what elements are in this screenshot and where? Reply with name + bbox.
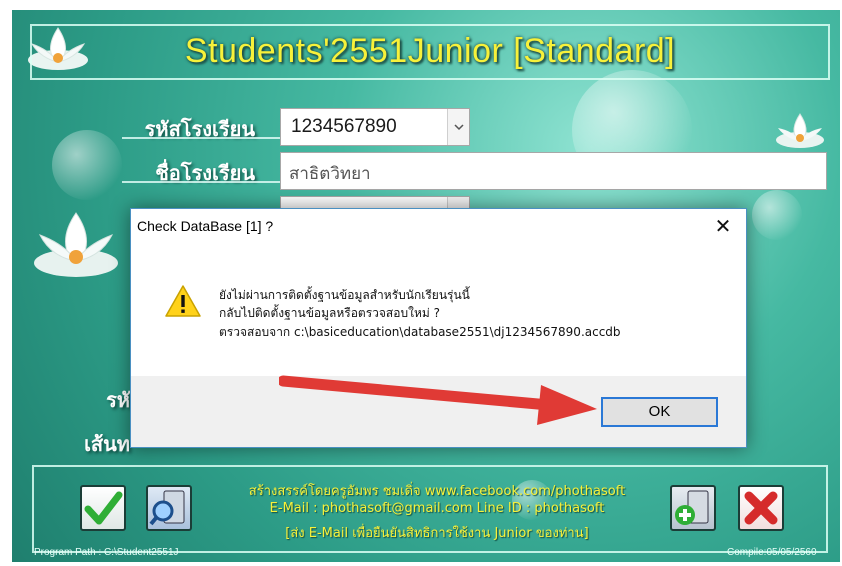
credit-line-2[interactable]: E-Mail : phothasoft@gmail.com Line ID : … [207, 501, 667, 516]
compile-date: Compile:05/05/2560 [727, 547, 817, 558]
red-arrow-annotation [279, 375, 597, 425]
search-computer-icon [149, 490, 185, 526]
close-icon[interactable]: ✕ [708, 213, 738, 239]
warning-icon [165, 285, 201, 317]
add-database-button[interactable] [670, 485, 716, 531]
partial-path-label: เส้นท [84, 432, 130, 456]
dialog-message-line-3: ตรวจสอบจาก c:\basiceducation\database255… [219, 325, 621, 339]
school-code-label: รหัสโรงเรียน [144, 117, 255, 141]
label-underline [122, 137, 282, 139]
bubble-decoration [752, 190, 802, 240]
credit-line-1: สร้างสรรค์โดยครูอัมพร ชมเดิ่จ www.facebo… [248, 484, 626, 499]
school-name-label: ชื่อโรงเรียน [155, 161, 255, 185]
title-frame: Students'2551Junior [Standard] [30, 24, 830, 80]
exit-button[interactable] [738, 485, 784, 531]
dialog-message-line-1: ยังไม่ผ่านการติดตั้งฐานข้อมูลสำหรับนักเร… [219, 288, 470, 302]
partial-code-label: รหั [106, 388, 130, 412]
search-database-button[interactable] [146, 485, 192, 531]
dialog-title: Check DataBase [1] ? [137, 218, 274, 234]
checkmark-icon [84, 491, 123, 525]
dialog-message-line-2: กลับไปติดตั้งฐานข้อมูลหรือตรวจสอบใหม่ ? [219, 306, 440, 320]
program-path: Program Path : C:\Student2551J [34, 547, 179, 558]
label-underline [122, 181, 282, 183]
school-code-combobox[interactable]: 1234567890 [280, 108, 470, 146]
credit-line-3[interactable]: [ส่ง E-Mail เพื่อยืนยันสิทธิการใช้งาน Ju… [207, 522, 667, 543]
school-name-value: สาธิตวิทยา [289, 164, 371, 184]
add-database-icon [675, 490, 709, 525]
check-database-dialog: Check DataBase [1] ? ✕ ยังไม่ผ่านการติดต… [130, 208, 747, 448]
school-name-field[interactable]: สาธิตวิทยา [280, 152, 827, 190]
close-x-icon [744, 491, 778, 525]
chevron-down-icon[interactable] [447, 109, 469, 145]
school-code-value: 1234567890 [291, 116, 397, 137]
lotus-flower-icon [776, 113, 824, 148]
ok-button[interactable]: OK [601, 397, 718, 427]
confirm-button[interactable] [80, 485, 126, 531]
lotus-flower-icon [34, 212, 118, 277]
app-title: Students'2551Junior [Standard] [184, 32, 676, 70]
